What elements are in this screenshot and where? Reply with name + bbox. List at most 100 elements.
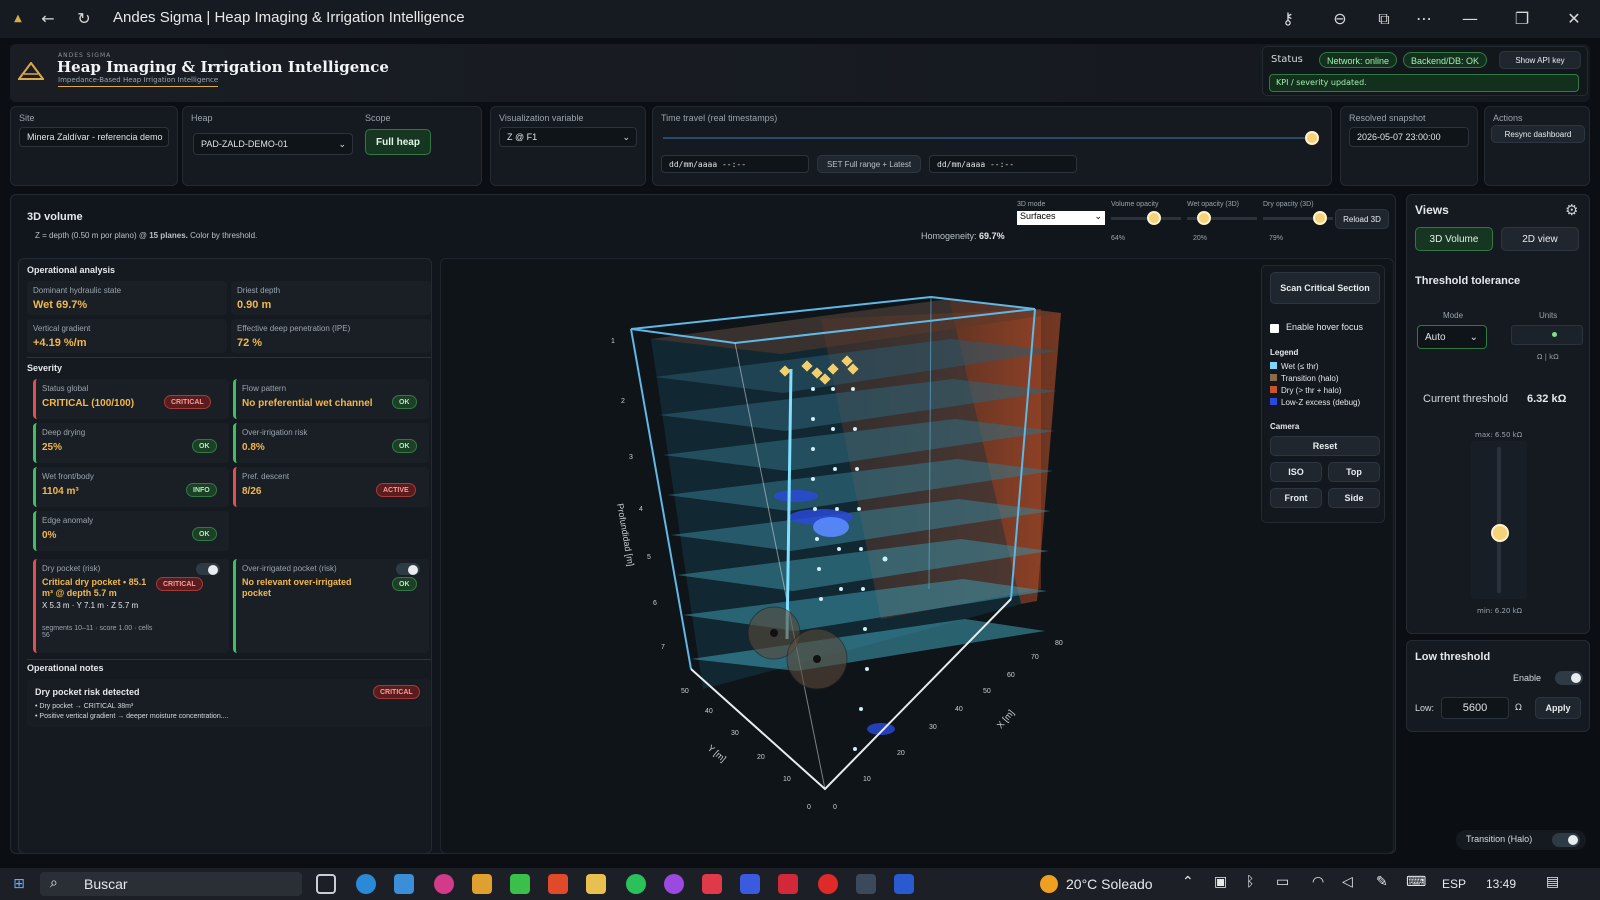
volume-icon[interactable]: ◁ xyxy=(1342,874,1353,890)
legend-label: Wet (≤ thr) xyxy=(1281,362,1319,371)
volume-opacity-knob[interactable] xyxy=(1147,211,1161,225)
transition-halo-toggle[interactable] xyxy=(1552,833,1580,847)
viewport-overlay: Scan Critical Section Enable hover focus… xyxy=(1261,265,1385,523)
site-input[interactable]: Minera Zaldívar - referencia demo xyxy=(19,127,169,147)
threshold-mode-select[interactable]: Auto ⌄ xyxy=(1417,325,1487,349)
opera-icon[interactable] xyxy=(818,874,838,894)
window-title: Andes Sigma | Heap Imaging & Irrigation … xyxy=(113,9,465,26)
site-label: Site xyxy=(19,113,35,123)
camera-reset-button[interactable]: Reset xyxy=(1270,436,1380,456)
y-tick: 30 xyxy=(731,730,739,737)
key-icon[interactable]: ⚷ xyxy=(1276,8,1300,30)
date-to-input[interactable]: dd/mm/aaaa --:-- xyxy=(929,155,1077,173)
language-indicator[interactable]: ESP xyxy=(1442,877,1466,891)
figma-icon[interactable] xyxy=(702,874,722,894)
threshold-slider-knob[interactable] xyxy=(1491,523,1509,542)
more-icon[interactable]: ⋯ xyxy=(1412,8,1436,30)
heap-select[interactable]: PAD-ZALD-DEMO-01 ⌄ xyxy=(193,133,353,155)
taskbar-search[interactable]: ⌕ Buscar xyxy=(40,872,302,896)
active-app-icon[interactable] xyxy=(856,874,876,894)
time-slider-knob[interactable] xyxy=(1305,131,1319,145)
time-slider-track[interactable] xyxy=(663,137,1313,139)
app-icon-orange[interactable] xyxy=(472,874,492,894)
word-icon[interactable] xyxy=(894,874,914,894)
status-badge: CRITICAL xyxy=(164,395,211,409)
minimize-icon[interactable]: — xyxy=(1458,8,1482,30)
windows-start-icon[interactable]: ⊞ xyxy=(10,875,28,893)
task-view-icon[interactable] xyxy=(316,874,336,894)
severity-card: Edge anomaly 0% OK xyxy=(33,511,229,551)
severity-card: Over-irrigation risk 0.8% OK xyxy=(233,423,429,463)
show-api-key-button[interactable]: Show API key xyxy=(1499,51,1581,69)
hover-focus-checkbox[interactable] xyxy=(1270,324,1279,333)
cast-icon[interactable]: ⧉ xyxy=(1372,8,1396,30)
full-heap-button[interactable]: Full heap xyxy=(365,129,431,155)
tab-2d-view[interactable]: 2D view xyxy=(1501,227,1579,251)
file-explorer-icon[interactable] xyxy=(586,874,606,894)
divider xyxy=(27,357,431,358)
keyboard-icon[interactable]: ⌨ xyxy=(1406,874,1426,890)
volume-3d-render[interactable]: 1 2 3 4 5 6 7 Profundidad [m] Y [m] X [m… xyxy=(441,259,1394,854)
y-tick: 40 xyxy=(705,708,713,715)
camera-side-button[interactable]: Side xyxy=(1328,488,1380,508)
heap-select-value: PAD-ZALD-DEMO-01 xyxy=(201,139,288,149)
tray-icon[interactable]: ▣ xyxy=(1214,874,1227,890)
low-threshold-toggle[interactable] xyxy=(1555,671,1583,685)
gear-icon[interactable]: ⚙ xyxy=(1565,201,1578,219)
mode-3d-select[interactable]: Surfaces ⌄ xyxy=(1017,211,1105,225)
chevron-up-icon[interactable]: ⌃ xyxy=(1182,874,1194,890)
search-label: Buscar xyxy=(84,876,128,892)
date-from-input[interactable]: dd/mm/aaaa --:-- xyxy=(661,155,809,173)
tab-3d-volume[interactable]: 3D Volume xyxy=(1415,227,1493,251)
heap-card: Heap PAD-ZALD-DEMO-01 ⌄ Scope Full heap xyxy=(182,106,482,186)
over-pocket-toggle[interactable] xyxy=(396,563,420,575)
units-toggle[interactable] xyxy=(1511,325,1583,345)
set-full-range-button[interactable]: SET Full range + Latest xyxy=(817,155,921,173)
camera-iso-button[interactable]: ISO xyxy=(1270,462,1322,482)
pen-icon[interactable]: ✎ xyxy=(1376,874,1388,890)
divider xyxy=(27,659,431,660)
severity-card: Deep drying 25% OK xyxy=(33,423,229,463)
x-tick: 50 xyxy=(983,688,991,695)
acrobat-icon[interactable] xyxy=(778,874,798,894)
dry-pocket-toggle[interactable] xyxy=(196,563,220,575)
depth-tick: 6 xyxy=(653,600,657,607)
wifi-icon[interactable]: ◠ xyxy=(1312,874,1324,890)
edge-icon[interactable] xyxy=(356,874,376,894)
viewport-3d[interactable]: 1 2 3 4 5 6 7 Profundidad [m] Y [m] X [m… xyxy=(440,258,1394,854)
reload-3d-button[interactable]: Reload 3D xyxy=(1335,209,1389,229)
app-icon-purple[interactable] xyxy=(664,874,684,894)
low-threshold-input[interactable]: 5600 xyxy=(1441,697,1509,719)
back-arrow-icon[interactable]: ← xyxy=(36,8,60,30)
notifications-icon[interactable]: ▤ xyxy=(1546,874,1559,890)
scan-critical-section-button[interactable]: Scan Critical Section xyxy=(1270,272,1380,304)
brave-icon[interactable] xyxy=(548,874,568,894)
threshold-min-label: min: 6.20 kΩ xyxy=(1477,607,1522,615)
battery-icon[interactable]: ▭ xyxy=(1276,874,1289,890)
severity-card: Wet front/body 1104 m³ INFO xyxy=(33,467,229,507)
current-threshold-label: Current threshold xyxy=(1423,393,1508,405)
restore-icon[interactable]: ❐ xyxy=(1510,8,1534,30)
wet-opacity-knob[interactable] xyxy=(1197,211,1211,225)
store-icon[interactable] xyxy=(394,874,414,894)
app-icon-green[interactable] xyxy=(510,874,530,894)
refresh-icon[interactable]: ↻ xyxy=(72,8,96,30)
whatsapp-icon[interactable] xyxy=(626,874,646,894)
os-taskbar: ⊞ ⌕ Buscar 20°C Soleado ⌃ ▣ ᛒ ▭ ◠ ◁ ✎ ⌨ … xyxy=(0,868,1600,900)
bluetooth-icon[interactable]: ᛒ xyxy=(1246,874,1254,890)
app-icon-pink[interactable] xyxy=(434,874,454,894)
apply-button[interactable]: Apply xyxy=(1535,697,1581,719)
app-icon-blue[interactable] xyxy=(740,874,760,894)
zoom-out-icon[interactable]: ⊖ xyxy=(1328,8,1352,30)
resync-dashboard-button[interactable]: Resync dashboard xyxy=(1491,125,1585,143)
low-threshold-title: Low threshold xyxy=(1415,651,1491,663)
threshold-slider[interactable] xyxy=(1471,441,1527,599)
close-icon[interactable]: ✕ xyxy=(1562,8,1586,30)
camera-top-button[interactable]: Top xyxy=(1328,462,1380,482)
viz-select[interactable]: Z @ F1 ⌄ xyxy=(499,127,637,147)
camera-front-button[interactable]: Front xyxy=(1270,488,1322,508)
homogeneity-label: Homogeneity: xyxy=(921,231,977,241)
clock[interactable]: 13:49 xyxy=(1486,877,1516,891)
volume-opacity-slider[interactable] xyxy=(1111,217,1181,220)
dry-opacity-knob[interactable] xyxy=(1313,211,1327,225)
